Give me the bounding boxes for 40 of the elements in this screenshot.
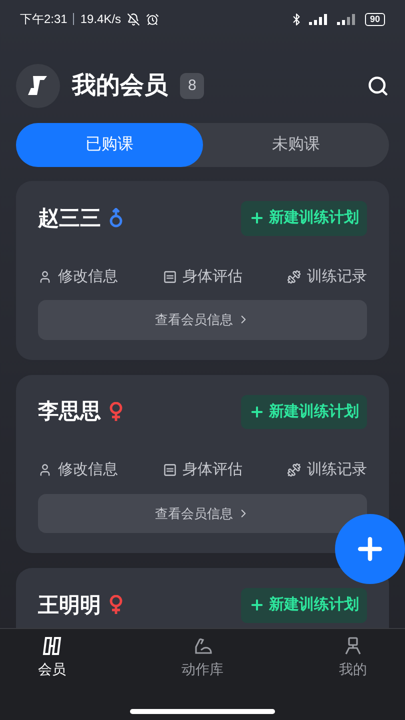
new-plan-button[interactable]: 新建训练计划 <box>241 201 367 236</box>
plus-icon <box>249 404 265 420</box>
bell-off-icon <box>127 12 140 26</box>
app-logo <box>16 64 60 108</box>
member-count: 8 <box>180 72 204 100</box>
nav-item[interactable]: 会员 <box>38 637 66 681</box>
nav-item[interactable]: 动作库 <box>182 637 224 681</box>
h-logo-icon <box>42 637 62 655</box>
search-icon[interactable] <box>367 75 389 97</box>
plus-icon <box>249 597 265 614</box>
tab[interactable]: 已购课 <box>16 123 202 167</box>
dumbbell-icon <box>287 463 301 478</box>
nav-item[interactable]: 我的 <box>339 637 367 681</box>
person-icon <box>344 637 362 655</box>
member-name: 王明明 <box>38 592 101 618</box>
form-icon <box>162 270 176 284</box>
action-link[interactable]: 训练记录 <box>287 459 367 482</box>
view-details-button[interactable]: 查看会员信息 <box>38 300 367 340</box>
person-icon <box>38 270 52 284</box>
action-link[interactable]: 身体评估 <box>162 459 242 482</box>
status-time: 下午2:31 <box>20 11 68 28</box>
network-speed: 19.4K/s <box>80 11 122 28</box>
plus-icon <box>249 210 265 226</box>
page-title: 我的会员 <box>72 71 168 101</box>
dumbbell-icon <box>287 270 301 284</box>
action-link[interactable]: 训练记录 <box>287 266 367 288</box>
new-plan-button[interactable]: 新建训练计划 <box>241 588 367 622</box>
battery-indicator: 90 <box>364 12 385 26</box>
person-icon <box>38 463 52 478</box>
flexed-arm-icon <box>192 637 212 655</box>
action-link[interactable]: 身体评估 <box>162 266 242 288</box>
member-name: 赵三三 <box>38 206 101 232</box>
form-icon <box>162 463 176 478</box>
alarm-icon <box>146 12 160 26</box>
new-plan-button[interactable]: 新建训练计划 <box>241 394 367 429</box>
view-details-button[interactable]: 查看会员信息 <box>38 494 367 533</box>
member-name: 李思思 <box>38 399 101 425</box>
action-link[interactable]: 修改信息 <box>38 266 118 288</box>
tab[interactable]: 未购课 <box>202 123 389 167</box>
action-link[interactable]: 修改信息 <box>38 459 118 482</box>
